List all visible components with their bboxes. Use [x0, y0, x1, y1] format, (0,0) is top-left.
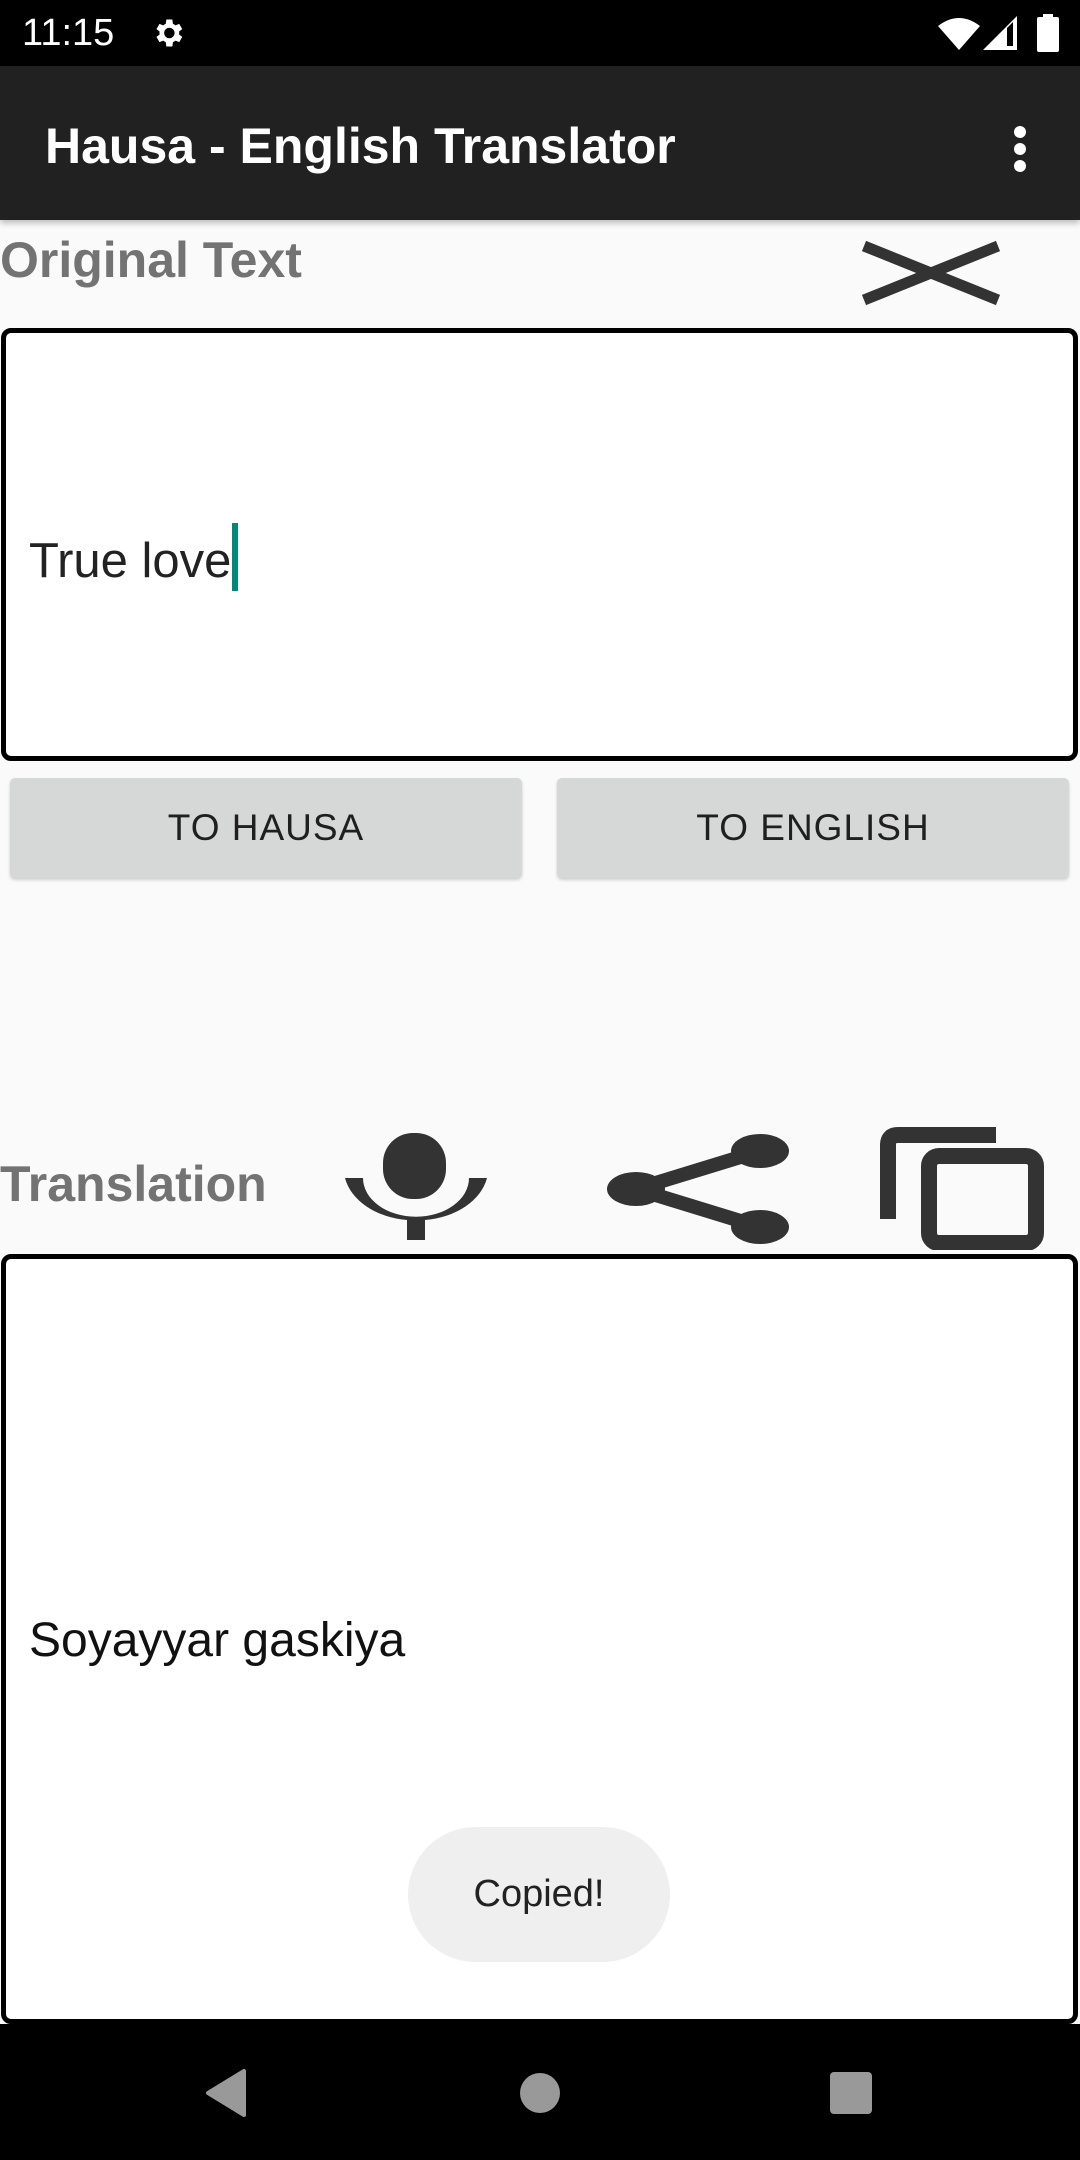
app-title: Hausa - English Translator: [45, 118, 676, 174]
home-button[interactable]: [515, 2068, 565, 2118]
more-vert-icon-dot: [1014, 143, 1026, 155]
back-button[interactable]: [202, 2068, 252, 2118]
to-english-button[interactable]: TO ENGLISH: [557, 778, 1069, 878]
copy-icon: [880, 1127, 1044, 1250]
more-vert-icon: [1014, 126, 1026, 138]
back-icon: [206, 2069, 246, 2117]
recents-icon: [830, 2072, 872, 2114]
copied-toast: Copied!: [408, 1827, 670, 1962]
original-text-value[interactable]: True love: [29, 523, 239, 591]
original-text-label: Original Text: [0, 232, 302, 288]
home-icon: [520, 2073, 560, 2113]
recents-button[interactable]: [826, 2068, 876, 2118]
wifi-icon: [938, 18, 980, 50]
translation-label: Translation: [0, 1156, 267, 1212]
navigation-bar: [0, 2024, 1080, 2160]
status-bar: 11:15: [0, 0, 1080, 66]
text-caret: [232, 523, 239, 591]
more-options-button[interactable]: [1000, 110, 1040, 180]
share-button[interactable]: [606, 1132, 792, 1245]
clear-button[interactable]: [858, 238, 1004, 308]
more-vert-icon-dot: [1014, 160, 1026, 172]
toast-message: Copied!: [473, 1873, 605, 1915]
close-icon: [861, 240, 1001, 306]
settings-gear-icon: [156, 19, 183, 47]
copy-button[interactable]: [876, 1126, 1044, 1250]
to-hausa-button[interactable]: TO HAUSA: [10, 778, 522, 878]
microphone-button[interactable]: [343, 1130, 489, 1242]
translation-value: Soyayyar gaskiya: [29, 1614, 406, 1667]
original-text-input[interactable]: True love: [1, 328, 1078, 761]
app-bar: Hausa - English Translator: [0, 66, 1080, 220]
cell-signal-icon: [983, 16, 1017, 50]
share-icon: [607, 1134, 789, 1244]
status-time: 11:15: [22, 12, 115, 54]
battery-icon: [1037, 14, 1059, 52]
microphone-icon: [345, 1133, 487, 1240]
